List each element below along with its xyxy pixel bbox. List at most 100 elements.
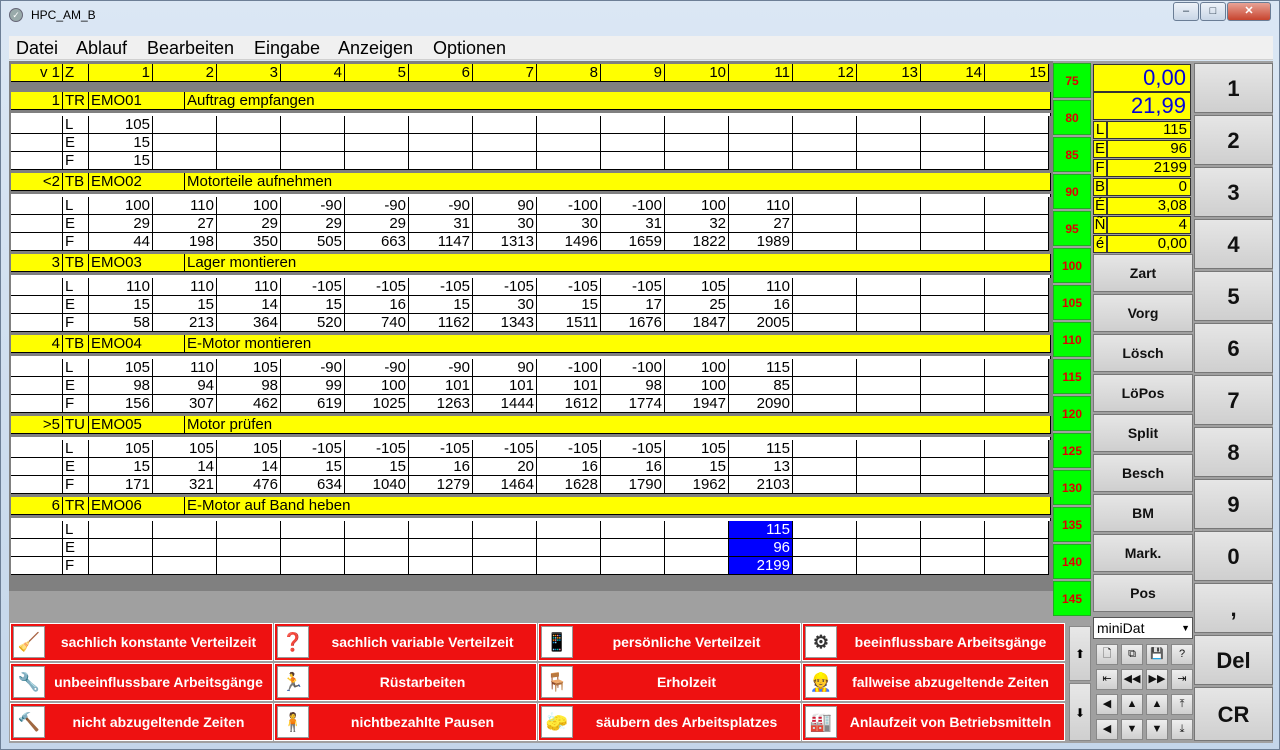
- value-cell[interactable]: [153, 134, 217, 152]
- value-cell[interactable]: [985, 116, 1049, 134]
- value-cell[interactable]: 634: [281, 476, 345, 494]
- value-cell[interactable]: [601, 152, 665, 170]
- value-cell[interactable]: 171: [89, 476, 153, 494]
- value-cell[interactable]: [345, 134, 409, 152]
- value-cell[interactable]: 58: [89, 314, 153, 332]
- key-2[interactable]: 2: [1194, 115, 1273, 165]
- value-cell[interactable]: [153, 152, 217, 170]
- value-cell[interactable]: [729, 152, 793, 170]
- value-cell[interactable]: 100: [89, 197, 153, 215]
- header-col[interactable]: 3: [217, 64, 281, 82]
- header-col[interactable]: 5: [345, 64, 409, 82]
- value-cell[interactable]: [793, 440, 857, 458]
- value-cell[interactable]: [985, 233, 1049, 251]
- value-cell[interactable]: 105: [665, 278, 729, 296]
- value-cell[interactable]: 115: [729, 521, 793, 539]
- value-cell[interactable]: 94: [153, 377, 217, 395]
- value-cell[interactable]: 15: [89, 134, 153, 152]
- value-cell[interactable]: 101: [409, 377, 473, 395]
- value-cell[interactable]: 110: [217, 278, 281, 296]
- value-cell[interactable]: 663: [345, 233, 409, 251]
- value-cell[interactable]: [665, 539, 729, 557]
- value-cell[interactable]: 1676: [601, 314, 665, 332]
- scale-button[interactable]: 140: [1053, 544, 1091, 579]
- value-cell[interactable]: 15: [89, 458, 153, 476]
- value-cell[interactable]: [857, 539, 921, 557]
- key-cr[interactable]: CR: [1194, 687, 1273, 741]
- value-cell[interactable]: [409, 539, 473, 557]
- value-cell[interactable]: [409, 116, 473, 134]
- value-cell[interactable]: 110: [729, 278, 793, 296]
- activity-button[interactable]: 🪑 Erholzeit: [538, 663, 801, 701]
- scale-button[interactable]: 80: [1053, 100, 1091, 135]
- value-cell[interactable]: [601, 134, 665, 152]
- value-cell[interactable]: -90: [281, 197, 345, 215]
- next-fast-icon[interactable]: ▶▶: [1146, 669, 1168, 690]
- step-code[interactable]: EMO03: [89, 254, 185, 272]
- value-cell[interactable]: [345, 116, 409, 134]
- value-cell[interactable]: [89, 539, 153, 557]
- left2-icon[interactable]: ◀: [1096, 719, 1118, 740]
- value-cell[interactable]: -100: [537, 197, 601, 215]
- value-cell[interactable]: [857, 197, 921, 215]
- activity-button[interactable]: 📱 persönliche Verteilzeit: [538, 623, 801, 661]
- value-cell[interactable]: 100: [665, 197, 729, 215]
- step-description[interactable]: Motorteile aufnehmen: [185, 173, 1051, 191]
- up-icon[interactable]: ▲: [1121, 694, 1143, 715]
- step-code[interactable]: EMO05: [89, 416, 185, 434]
- value-cell[interactable]: 85: [729, 377, 793, 395]
- value-cell[interactable]: 1989: [729, 233, 793, 251]
- scale-button[interactable]: 145: [1053, 581, 1091, 616]
- menu-bearbeiten[interactable]: Bearbeiten: [147, 38, 234, 59]
- value-cell[interactable]: [281, 134, 345, 152]
- value-cell[interactable]: [921, 278, 985, 296]
- menu-datei[interactable]: Datei: [16, 38, 58, 59]
- value-cell[interactable]: 2199: [729, 557, 793, 575]
- down2-icon[interactable]: ▼: [1121, 719, 1143, 740]
- value-cell[interactable]: [537, 116, 601, 134]
- menu-ablauf[interactable]: Ablauf: [76, 38, 127, 59]
- value-cell[interactable]: 1313: [473, 233, 537, 251]
- activity-button[interactable]: 🧍 nichtbezahlte Pausen: [274, 703, 537, 741]
- value-cell[interactable]: [793, 197, 857, 215]
- func-button-lösch[interactable]: Lösch: [1093, 334, 1193, 372]
- value-cell[interactable]: -100: [601, 359, 665, 377]
- step-number[interactable]: 1: [11, 92, 63, 110]
- header-col[interactable]: 11: [729, 64, 793, 82]
- value-cell[interactable]: 1822: [665, 233, 729, 251]
- value-cell[interactable]: 29: [345, 215, 409, 233]
- mode-select[interactable]: miniDat ▼: [1093, 617, 1193, 639]
- value-cell[interactable]: [985, 476, 1049, 494]
- value-cell[interactable]: 15: [89, 152, 153, 170]
- step-type[interactable]: TR: [63, 92, 89, 110]
- value-cell[interactable]: -105: [409, 278, 473, 296]
- value-cell[interactable]: [537, 134, 601, 152]
- header-col[interactable]: 6: [409, 64, 473, 82]
- value-cell[interactable]: [857, 134, 921, 152]
- header-col[interactable]: 8: [537, 64, 601, 82]
- value-cell[interactable]: [985, 296, 1049, 314]
- value-cell[interactable]: 1464: [473, 476, 537, 494]
- value-cell[interactable]: 96: [729, 539, 793, 557]
- value-cell[interactable]: [921, 359, 985, 377]
- value-cell[interactable]: 90: [473, 197, 537, 215]
- scale-button[interactable]: 130: [1053, 470, 1091, 505]
- value-cell[interactable]: [601, 116, 665, 134]
- value-cell[interactable]: [665, 557, 729, 575]
- value-cell[interactable]: [537, 539, 601, 557]
- value-cell[interactable]: [857, 278, 921, 296]
- value-cell[interactable]: [921, 197, 985, 215]
- step-number[interactable]: 6: [11, 497, 63, 515]
- value-cell[interactable]: [89, 557, 153, 575]
- value-cell[interactable]: 1790: [601, 476, 665, 494]
- value-cell[interactable]: 13: [729, 458, 793, 476]
- help-icon[interactable]: ?: [1171, 644, 1193, 665]
- key-7[interactable]: 7: [1194, 375, 1273, 425]
- value-cell[interactable]: [281, 521, 345, 539]
- value-cell[interactable]: [857, 116, 921, 134]
- first-icon[interactable]: ⇤: [1096, 669, 1118, 690]
- value-cell[interactable]: [665, 152, 729, 170]
- scale-button[interactable]: 120: [1053, 396, 1091, 431]
- value-cell[interactable]: -90: [409, 359, 473, 377]
- value-cell[interactable]: [345, 557, 409, 575]
